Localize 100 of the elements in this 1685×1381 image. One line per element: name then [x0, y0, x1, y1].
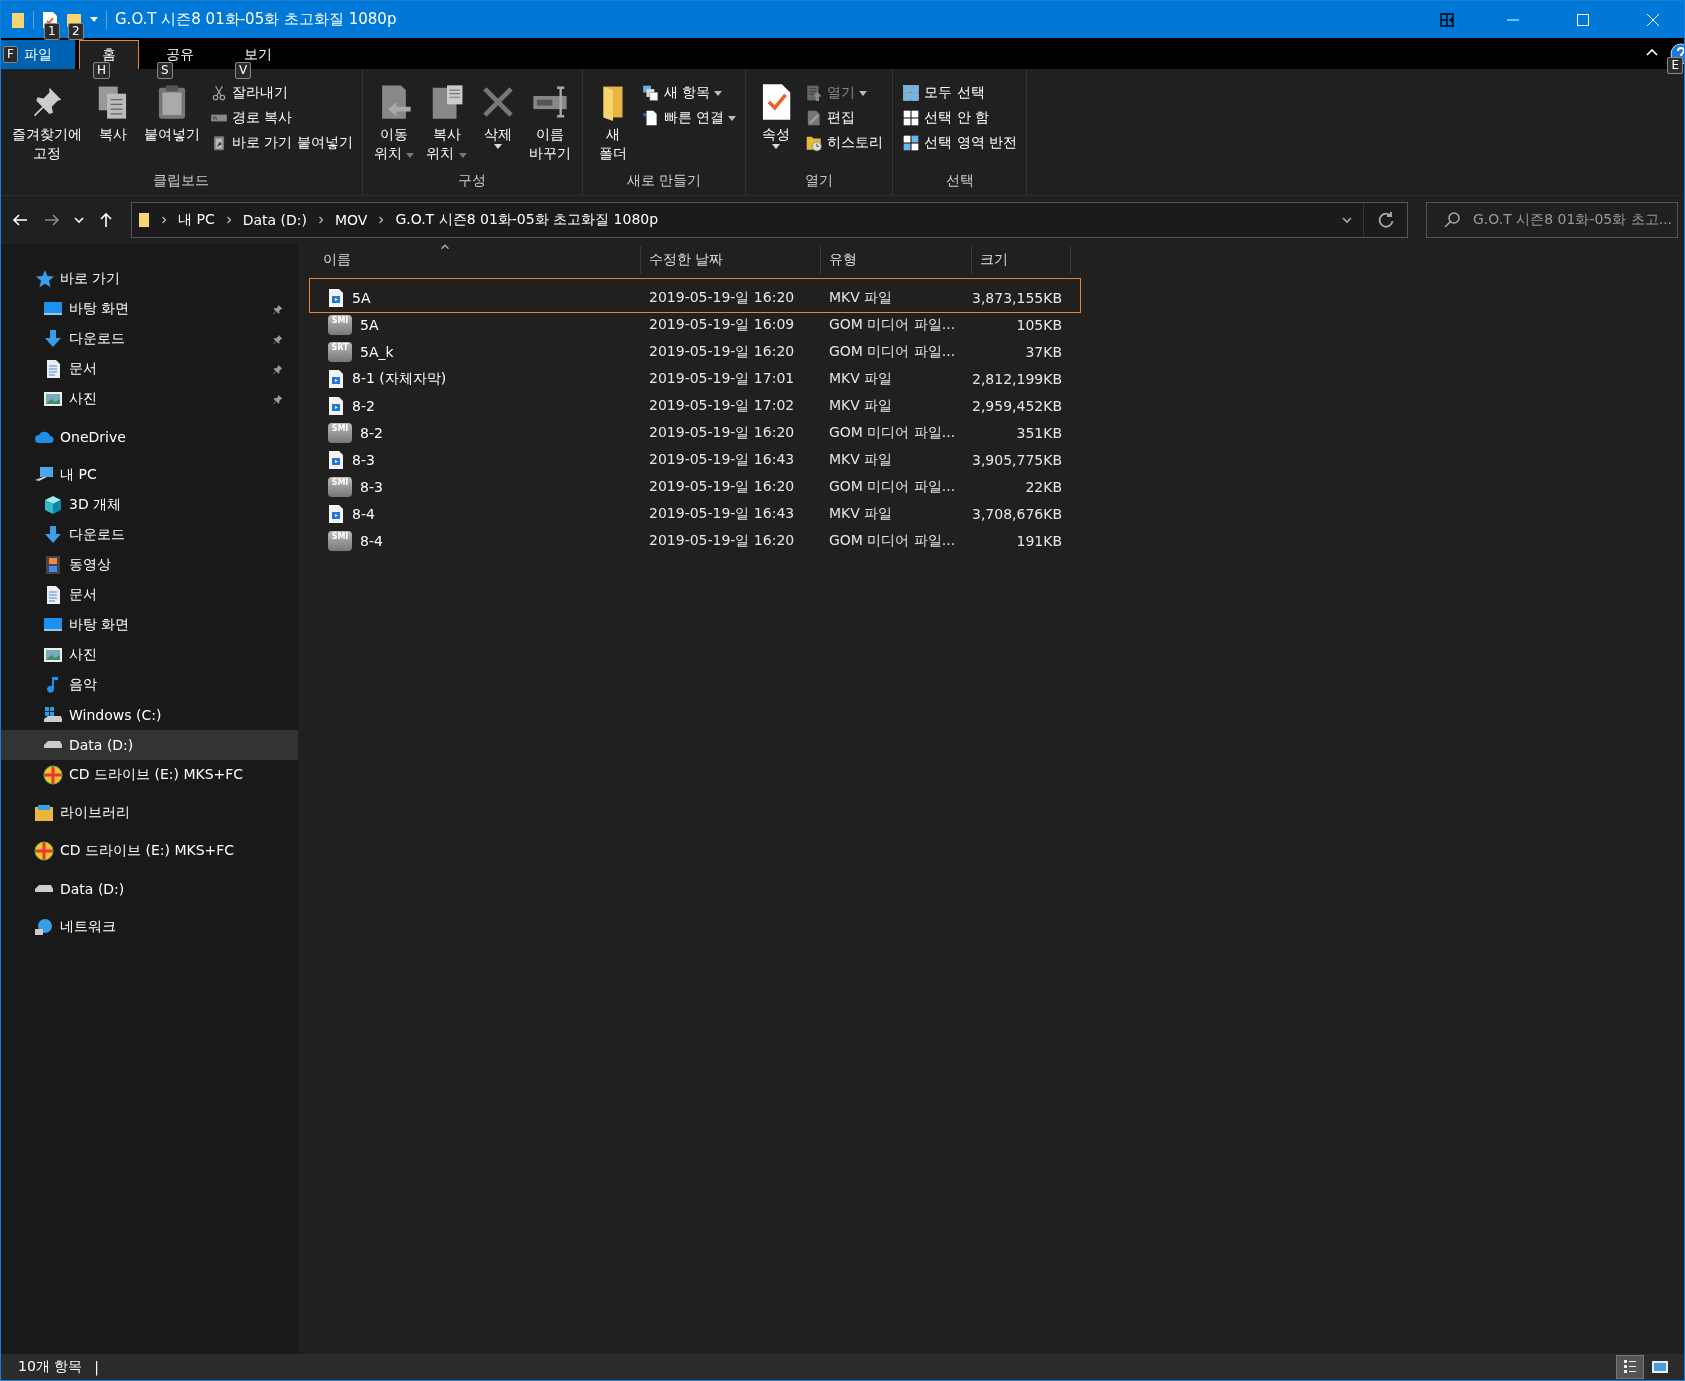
nav-item[interactable]: CD 드라이브 (E:) MKS+FC: [1, 836, 298, 866]
nav-item[interactable]: 음악: [1, 670, 298, 700]
nav-item[interactable]: 다운로드: [1, 324, 298, 354]
up-arrow-icon: [98, 212, 114, 228]
file-type: MKV 파일: [828, 369, 894, 388]
column-header[interactable]: 수정한 날짜: [649, 251, 724, 269]
nav-item[interactable]: 내 PC: [1, 460, 298, 490]
caret-icon: [714, 90, 723, 96]
breadcrumb[interactable]: Data (D:): [242, 212, 307, 228]
nav-item[interactable]: 문서: [1, 580, 298, 610]
column-header[interactable]: 유형: [829, 251, 857, 269]
breadcrumb[interactable]: MOV: [335, 212, 368, 228]
nav-item[interactable]: 3D 개체: [1, 490, 298, 520]
file-row[interactable]: SRT 5A_k 2019-05-19-일 16:20 GOM 미디어 파일... 37KB: [298, 338, 1071, 365]
file-type: GOM 미디어 파일...: [828, 423, 957, 442]
file-size: 2,959,452KB: [972, 397, 1064, 414]
forward-arrow-icon: [44, 212, 60, 228]
nav-item[interactable]: Data (D:): [1, 730, 298, 760]
file-name: 8-1 (자체자막): [352, 369, 447, 388]
file-row[interactable]: SMI 8-3 2019-05-19-일 16:20 GOM 미디어 파일... 22KB: [298, 473, 1071, 500]
nav-item[interactable]: 라이브러리: [1, 798, 298, 828]
column-header[interactable]: 이름: [323, 251, 351, 269]
download-icon: [43, 525, 63, 545]
large-icons-view-icon: [1651, 1360, 1669, 1374]
nav-item[interactable]: 바탕 화면: [1, 294, 298, 324]
ribbon-button[interactable]: 새 폴더: [588, 79, 637, 169]
nav-item[interactable]: 네트워크: [1, 912, 298, 942]
modified-date: 2019-05-19-일 16:43: [648, 450, 796, 469]
caret-icon: [90, 17, 98, 22]
snap-icon[interactable]: [1440, 12, 1454, 27]
nav-item[interactable]: CD 드라이브 (E:) MKS+FC: [1, 760, 298, 790]
file-size: 3,708,676KB: [972, 505, 1064, 522]
caret-icon: [458, 153, 467, 158]
ribbon-command[interactable]: 경로 복사: [207, 106, 356, 130]
ribbon-command[interactable]: 빠른 연결: [638, 106, 740, 130]
file-row[interactable]: SMI 5A 2019-05-19-일 16:09 GOM 미디어 파일... 105KB: [298, 311, 1071, 338]
video-file-icon: [328, 368, 344, 389]
file-row[interactable]: SMI 8-4 2019-05-19-일 16:20 GOM 미디어 파일... 191KB: [298, 527, 1071, 554]
group-label: 클립보드: [152, 171, 211, 190]
chevron-down-icon: [74, 215, 84, 225]
close-icon: [1646, 12, 1660, 27]
nav-item[interactable]: 사진: [1, 384, 298, 414]
file-row[interactable]: 8-1 (자체자막) 2019-05-19-일 17:01 MKV 파일 2,812,199KB: [298, 365, 1071, 392]
ribbon-button[interactable]: 즐겨찾기에 고정: [7, 79, 87, 169]
caret-icon: [728, 115, 737, 121]
nav-item[interactable]: Data (D:): [1, 874, 298, 904]
file-type: GOM 미디어 파일...: [828, 531, 957, 550]
file-name: 5A_k: [360, 343, 394, 360]
ribbon-command[interactable]: 선택 영역 반전: [899, 131, 1021, 155]
subtitle-file-icon: SMI: [328, 530, 352, 551]
nav-item[interactable]: 바탕 화면: [1, 610, 298, 640]
file-type: MKV 파일: [828, 450, 894, 469]
address-bar[interactable]: 내 PC Data (D:) MOV G.O.T 시즌8 01화-05화 초고화질 1080p: [131, 202, 1408, 238]
film-icon: [43, 555, 63, 575]
nav-item[interactable]: 사진: [1, 640, 298, 670]
file-row[interactable]: 5A 2019-05-19-일 16:20 MKV 파일 3,873,155KB: [298, 284, 1071, 311]
subtitle-file-icon: SMI: [328, 476, 352, 497]
modified-date: 2019-05-19-일 16:20: [648, 288, 796, 307]
ribbon-command[interactable]: 새 항목: [638, 81, 740, 105]
video-file-icon: [328, 395, 344, 416]
ribbon-command[interactable]: 편집: [802, 106, 887, 130]
file-size: 351KB: [1015, 424, 1063, 441]
ribbon-button[interactable]: 복사 위치: [421, 79, 472, 169]
file-row[interactable]: 8-3 2019-05-19-일 16:43 MKV 파일 3,905,775KB: [298, 446, 1071, 473]
search-field[interactable]: G.O.T 시즌8 01화-05화 초고...: [1426, 202, 1678, 238]
windows-drive-icon: [43, 705, 63, 725]
breadcrumb[interactable]: G.O.T 시즌8 01화-05화 초고화질 1080p: [395, 211, 659, 229]
ribbon-command[interactable]: 잘라내기: [207, 81, 356, 105]
key-tip: E: [1667, 57, 1683, 74]
star-icon: [34, 269, 54, 289]
ribbon-button[interactable]: 이름 바꾸기: [523, 79, 576, 169]
file-size: 191KB: [1015, 532, 1063, 549]
ribbon-button[interactable]: 붙여넣기: [139, 79, 205, 169]
nav-item[interactable]: OneDrive: [1, 422, 298, 452]
ribbon-button[interactable]: 삭제: [473, 79, 522, 169]
modified-date: 2019-05-19-일 17:02: [648, 396, 796, 415]
ribbon-command[interactable]: 히스토리: [802, 131, 887, 155]
ribbon-command[interactable]: 선택 안 함: [899, 106, 1021, 130]
nav-item[interactable]: 다운로드: [1, 520, 298, 550]
nav-item[interactable]: 문서: [1, 354, 298, 384]
view-toggle[interactable]: [1616, 1355, 1644, 1379]
modified-date: 2019-05-19-일 17:01: [648, 369, 796, 388]
modified-date: 2019-05-19-일 16:09: [648, 315, 796, 334]
nav-item[interactable]: Windows (C:): [1, 700, 298, 730]
nav-item[interactable]: 동영상: [1, 550, 298, 580]
breadcrumb[interactable]: 내 PC: [178, 211, 215, 229]
refresh-icon: [1376, 211, 1395, 229]
ribbon-button[interactable]: 이동 위치: [368, 79, 420, 169]
back-arrow-icon: [12, 212, 28, 228]
file-row[interactable]: 8-2 2019-05-19-일 17:02 MKV 파일 2,959,452KB: [298, 392, 1071, 419]
ribbon-button[interactable]: 속성: [752, 79, 801, 169]
file-row[interactable]: SMI 8-2 2019-05-19-일 16:20 GOM 미디어 파일... 351KB: [298, 419, 1071, 446]
column-header[interactable]: 크기: [980, 251, 1008, 269]
video-file-icon: [328, 503, 344, 524]
ribbon-command[interactable]: 바로 가기 붙여넣기: [207, 131, 356, 155]
nav-item[interactable]: 바로 가기: [1, 264, 298, 294]
file-size: 22KB: [1024, 478, 1063, 495]
file-row[interactable]: 8-4 2019-05-19-일 16:43 MKV 파일 3,708,676KB: [298, 500, 1071, 527]
ribbon-command[interactable]: 모두 선택: [899, 81, 1021, 105]
ribbon-button[interactable]: 복사: [89, 79, 137, 169]
